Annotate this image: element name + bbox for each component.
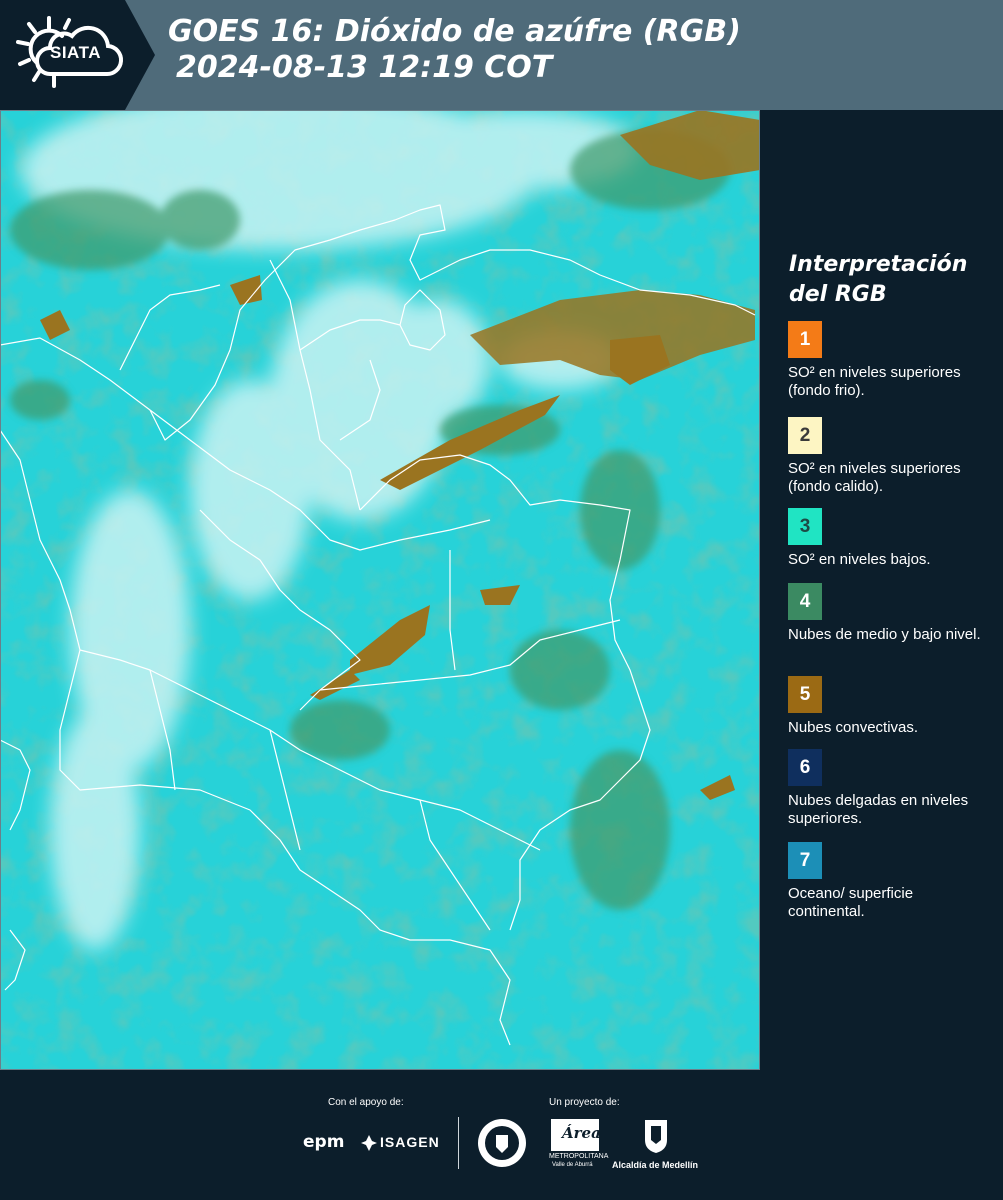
legend-title-line1: Interpretación (789, 252, 968, 277)
legend-label: Nubes delgadas en niveles superiores. (788, 792, 969, 827)
legend-swatch: 4 (788, 583, 822, 620)
legend-swatch: 2 (788, 417, 822, 454)
university-seal-icon (478, 1119, 526, 1167)
area-logo-name: Área (562, 1124, 601, 1142)
epm-logo: epm (303, 1132, 345, 1152)
legend-label: SO² en niveles superiores (fondo calido)… (788, 460, 961, 495)
legend-label: Nubes convectivas. (788, 719, 919, 736)
legend-label: SO² en niveles bajos. (788, 551, 931, 568)
title-product: GOES 16: Dióxido de azúfre (RGB) (168, 14, 741, 49)
legend-item: 4 Nubes de medio y bajo nivel. (788, 583, 988, 644)
legend-item: 7 Oceano/ superficie continental. (788, 842, 988, 921)
legend-swatch: 1 (788, 321, 822, 358)
legend-item: 2 SO² en niveles superiores (fondo calid… (788, 417, 988, 496)
legend-label: Nubes de medio y bajo nivel. (788, 626, 981, 643)
satellite-map (0, 110, 760, 1070)
legend-item: 3 SO² en niveles bajos. (788, 508, 988, 569)
isagen-icon (361, 1135, 377, 1151)
footer-divider (458, 1117, 459, 1169)
area-logo-subtext: Valle de Aburrá (552, 1162, 593, 1168)
medellin-coat-of-arms-icon (645, 1120, 667, 1153)
legend-item: 1 SO² en niveles superiores (fondo frio)… (788, 321, 988, 400)
title-timestamp: 2024-08-13 12:19 COT (176, 50, 553, 85)
legend-title-line2: del RGB (789, 282, 887, 307)
isagen-logo: ISAGEN (380, 1134, 440, 1150)
area-logo-text: METROPOLITANA (549, 1153, 609, 1160)
rgb-legend-panel: Interpretación del RGB 1 SO² en niveles … (760, 110, 1003, 1070)
page-title: GOES 16: Dióxido de azúfre (RGB) 2024-08… (168, 14, 741, 86)
legend-item: 5 Nubes convectivas. (788, 676, 988, 737)
project-label: Un proyecto de: (549, 1097, 620, 1108)
logo-text: SIATA (50, 43, 101, 62)
legend-swatch: 3 (788, 508, 822, 545)
legend-item: 6 Nubes delgadas en niveles superiores. (788, 749, 988, 828)
header-bar: SIATA GOES 16: Dióxido de azúfre (RGB) 2… (0, 0, 1003, 110)
legend-title: Interpretación del RGB (789, 250, 967, 310)
legend-swatch: 7 (788, 842, 822, 879)
footer: Con el apoyo de: Un proyecto de: epm ISA… (0, 1070, 1003, 1200)
legend-label: SO² en niveles superiores (fondo frio). (788, 364, 961, 399)
legend-swatch: 6 (788, 749, 822, 786)
support-label: Con el apoyo de: (328, 1097, 404, 1108)
legend-label: Oceano/ superficie continental. (788, 885, 914, 920)
legend-swatch: 5 (788, 676, 822, 713)
alcaldia-logo: Alcaldía de Medellín (612, 1160, 699, 1170)
siata-logo: SIATA (0, 0, 155, 110)
